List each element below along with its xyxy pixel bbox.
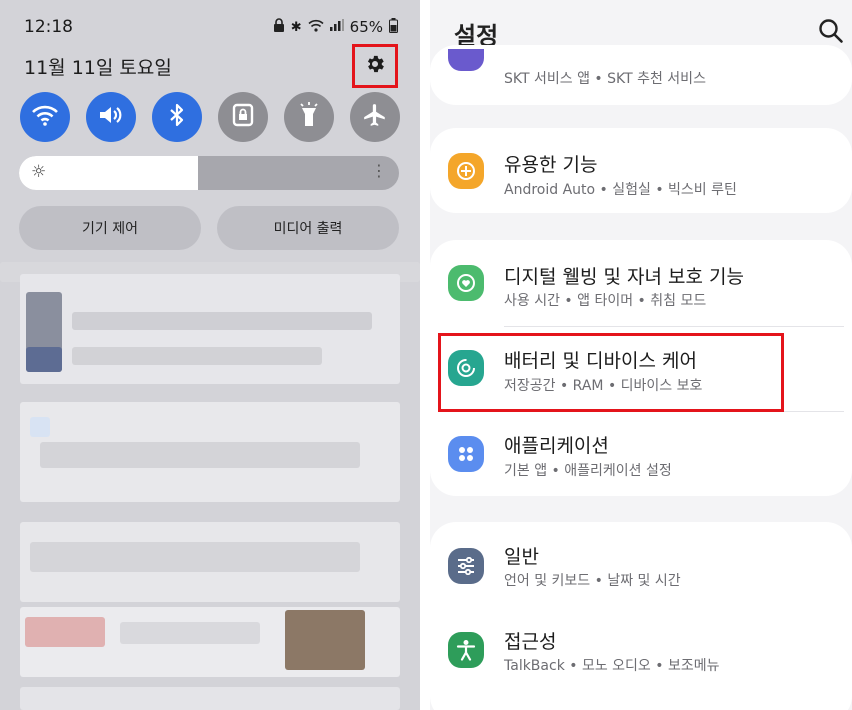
settings-item-general[interactable]: 일반 언어 및 키보드 • 날짜 및 시간 [430,524,852,606]
quick-panel: 12:18 ✱ 65% 11월 11일 토요일 ☼ ⋮ 기기 제어 미디어 출력 [0,0,420,710]
settings-item-subtitle: 저장공간 • RAM • 디바이스 보호 [504,378,703,394]
lock-screen-tile[interactable] [218,92,268,142]
settings-item-skt[interactable]: SKT 서비스 앱 • SKT 추천 서비스 [430,45,852,105]
sound-tile[interactable] [86,92,136,142]
wifi-icon [31,104,59,130]
wifi-status-icon [308,19,324,36]
sliders-icon [448,548,484,584]
settings-item-title: 배터리 및 디바이스 케어 [504,350,697,372]
status-time: 12:18 [24,17,73,37]
blurred-notifications [0,262,420,710]
battery-icon [389,17,398,37]
sun-icon: ☼ [31,162,47,182]
divider [504,326,844,327]
lock-icon [232,103,254,131]
device-care-icon [448,350,484,386]
status-bar: 12:18 ✱ 65% [24,14,398,40]
signal-icon [329,19,344,35]
divider [504,411,844,412]
settings-item-title: 디지털 웰빙 및 자녀 보호 기능 [504,266,744,288]
bluetooth-status-icon: ✱ [290,19,302,35]
search-button[interactable] [818,18,846,46]
media-output-button[interactable]: 미디어 출력 [217,206,399,250]
date-label: 11월 11일 토요일 [24,57,172,79]
settings-item-title: 유용한 기능 [504,154,598,176]
more-options-icon[interactable]: ⋮ [371,161,387,180]
airplane-icon [362,102,388,132]
settings-button[interactable] [352,44,398,88]
airplane-tile[interactable] [350,92,400,142]
settings-item-useful-features[interactable]: 유용한 기능 Android Auto • 실험실 • 빅스비 루틴 [430,130,852,212]
settings-screen: 설정 SKT 서비스 앱 • SKT 추천 서비스 유용한 기능 Android… [430,0,852,710]
settings-item-subtitle: 언어 및 키보드 • 날짜 및 시간 [504,573,681,589]
settings-item-title: 애플리케이션 [504,435,609,457]
plus-icon [448,153,484,189]
settings-item-title: 접근성 [504,631,557,653]
wifi-tile[interactable] [20,92,70,142]
settings-item-title: 일반 [504,546,539,568]
skt-icon [448,49,484,71]
gear-icon [364,53,386,79]
quick-tiles [20,92,400,142]
status-icons: ✱ 65% [273,17,398,37]
heart-icon [448,265,484,301]
brightness-slider[interactable]: ☼ ⋮ [19,156,399,190]
lock-status-icon [273,18,285,36]
settings-item-accessibility[interactable]: 접근성 TalkBack • 모노 오디오 • 보조메뉴 [430,610,852,692]
flashlight-tile[interactable] [284,92,334,142]
settings-item-battery-device-care[interactable]: 배터리 및 디바이스 케어 저장공간 • RAM • 디바이스 보호 [430,330,852,412]
volume-icon [98,104,124,130]
apps-icon [448,436,484,472]
settings-item-digital-wellbeing[interactable]: 디지털 웰빙 및 자녀 보호 기능 사용 시간 • 앱 타이머 • 취침 모드 [430,243,852,325]
settings-item-subtitle: 사용 시간 • 앱 타이머 • 취침 모드 [504,293,707,309]
flashlight-icon [298,102,320,132]
accessibility-icon [448,632,484,668]
settings-item-subtitle: TalkBack • 모노 오디오 • 보조메뉴 [504,658,720,674]
settings-item-subtitle: 기본 앱 • 애플리케이션 설정 [504,463,672,479]
bluetooth-icon [169,103,185,131]
bluetooth-tile[interactable] [152,92,202,142]
battery-percent: 65% [349,18,383,36]
device-control-button[interactable]: 기기 제어 [19,206,201,250]
settings-item-applications[interactable]: 애플리케이션 기본 앱 • 애플리케이션 설정 [430,414,852,496]
settings-item-subtitle: Android Auto • 실험실 • 빅스비 루틴 [504,182,737,198]
settings-item-subtitle: SKT 서비스 앱 • SKT 추천 서비스 [504,71,706,87]
